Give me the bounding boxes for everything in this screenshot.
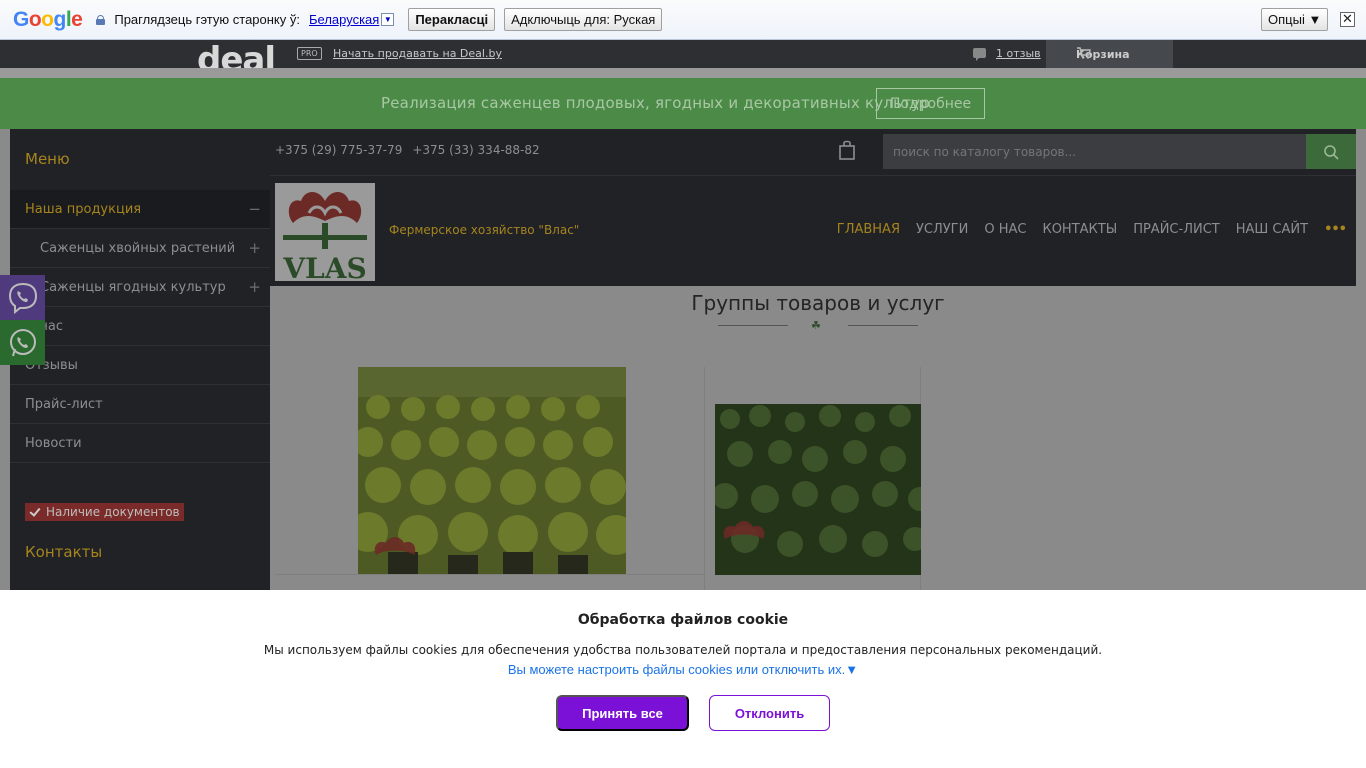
- google-logo: Google: [13, 7, 83, 31]
- phones: +375 (29) 775-37-79 +375 (33) 334-88-82: [275, 143, 540, 157]
- cookie-title: Обработка файлов cookie: [577, 612, 789, 628]
- company-name[interactable]: Фермерское хозяйство "Влас": [389, 223, 579, 237]
- deal-topbar: deal PRO Начать продавать на Deal.by 1 о…: [0, 40, 1366, 68]
- menu-title: Меню: [25, 150, 70, 168]
- nav-pricelist[interactable]: ПРАЙС-ЛИСТ: [1133, 222, 1220, 237]
- expand-icon[interactable]: +: [248, 239, 261, 257]
- viber-icon[interactable]: [0, 275, 45, 320]
- translate-bar: Google Прагляд­зець гэтую старонку ў: Бе…: [0, 0, 1366, 40]
- nav-about[interactable]: О НАС: [984, 222, 1026, 237]
- accept-all-button[interactable]: Принять все: [556, 695, 689, 731]
- documents-badge[interactable]: Наличие документов: [25, 503, 184, 521]
- header-top: +375 (29) 775-37-79 +375 (33) 334-88-82: [270, 129, 1356, 176]
- sidebar-item-conifer[interactable]: Саженцы хвойных растений +: [10, 229, 270, 268]
- translate-button[interactable]: Перакласці: [408, 8, 496, 31]
- language-dropdown-icon[interactable]: ▼: [381, 13, 395, 26]
- conifer-seedlings-image[interactable]: [358, 367, 626, 575]
- nav-contacts[interactable]: КОНТАКТЫ: [1042, 222, 1117, 237]
- cookie-settings-link[interactable]: Вы можете настроить файлы cookies или от…: [0, 662, 1366, 677]
- phone-1[interactable]: +375 (29) 775-37-79: [275, 143, 402, 157]
- check-icon: [29, 506, 41, 518]
- sidebar-menu: Меню Наша продукция − Саженцы хвойных ра…: [10, 129, 270, 590]
- nav-home[interactable]: ГЛАВНАЯ: [837, 222, 900, 237]
- nav-services[interactable]: УСЛУГИ: [916, 222, 968, 237]
- pro-badge: PRO: [297, 47, 322, 60]
- search-input[interactable]: [883, 134, 1306, 169]
- page-title: Группы товаров и услуг: [691, 291, 945, 315]
- collapse-icon[interactable]: −: [248, 200, 261, 218]
- more-button[interactable]: Подробнее: [876, 88, 985, 119]
- banner-text: Реализация саженцев плодовых, ягодных и …: [381, 94, 930, 112]
- spacer: [0, 68, 1366, 78]
- sidebar-item-about[interactable]: О нас: [10, 307, 270, 346]
- search-button[interactable]: [1306, 134, 1356, 169]
- sidebar-item-news[interactable]: Новости: [10, 424, 270, 463]
- main-nav: ГЛАВНАЯ УСЛУГИ О НАС КОНТАКТЫ ПРАЙС-ЛИСТ…: [837, 222, 1347, 237]
- whatsapp-icon[interactable]: [0, 320, 45, 365]
- svg-text:VLAS: VLAS: [282, 252, 366, 281]
- leaf-icon: ☘: [811, 319, 821, 332]
- sidebar-item-reviews[interactable]: Отзывы: [10, 346, 270, 385]
- title-divider: ☘: [718, 319, 918, 332]
- nav-our-site[interactable]: НАШ САЙТ: [1236, 222, 1308, 237]
- translate-prompt: Прагляд­зець гэтую старонку ў:: [114, 12, 300, 27]
- options-button[interactable]: Опцыі ▼: [1261, 8, 1329, 31]
- deal-logo[interactable]: deal: [197, 40, 275, 68]
- decline-button[interactable]: Отклонить: [709, 695, 830, 731]
- cookie-banner: Обработка файлов cookie Мы используем фа…: [0, 590, 1366, 768]
- company-logo[interactable]: VLAS: [275, 183, 375, 281]
- expand-icon[interactable]: +: [248, 278, 261, 296]
- header-main: VLAS Фермерское хозяйство "Влас" ГЛАВНАЯ…: [270, 176, 1356, 286]
- cart-icon: [1077, 47, 1091, 59]
- more-icon[interactable]: •••: [1324, 222, 1347, 237]
- comment-icon: [973, 48, 986, 61]
- cart-button[interactable]: Корзина: [1046, 40, 1173, 68]
- lock-icon: [96, 14, 106, 25]
- close-icon[interactable]: ✕: [1340, 12, 1355, 27]
- phone-2[interactable]: +375 (33) 334-88-82: [412, 143, 539, 157]
- language-link[interactable]: Беларуская: [309, 12, 379, 27]
- search-icon: [1324, 144, 1339, 160]
- sidebar-item-pricelist[interactable]: Прайс-лист: [10, 385, 270, 424]
- contacts-link[interactable]: Контакты: [25, 543, 102, 561]
- product-group-card[interactable]: [275, 367, 705, 590]
- product-group-card[interactable]: [708, 367, 921, 590]
- start-selling-link[interactable]: Начать продавать на Deal.by: [333, 47, 502, 60]
- sidebar-item-products[interactable]: Наша продукция −: [10, 190, 270, 229]
- reviews-link[interactable]: 1 отзыв: [996, 47, 1041, 60]
- sidebar-item-berry[interactable]: Саженцы ягодных культур +: [10, 268, 270, 307]
- main-content: Группы товаров и услуг ☘: [270, 286, 1366, 590]
- shopping-bag-icon[interactable]: [839, 140, 855, 160]
- berry-seedlings-image[interactable]: [715, 404, 921, 575]
- cookie-text: Мы используем файлы cookies для обеспече…: [263, 643, 1103, 657]
- promo-banner: Реализация саженцев плодовых, ягодных и …: [0, 78, 1366, 129]
- disable-translate-button[interactable]: Адключыць для: Руская: [504, 8, 663, 31]
